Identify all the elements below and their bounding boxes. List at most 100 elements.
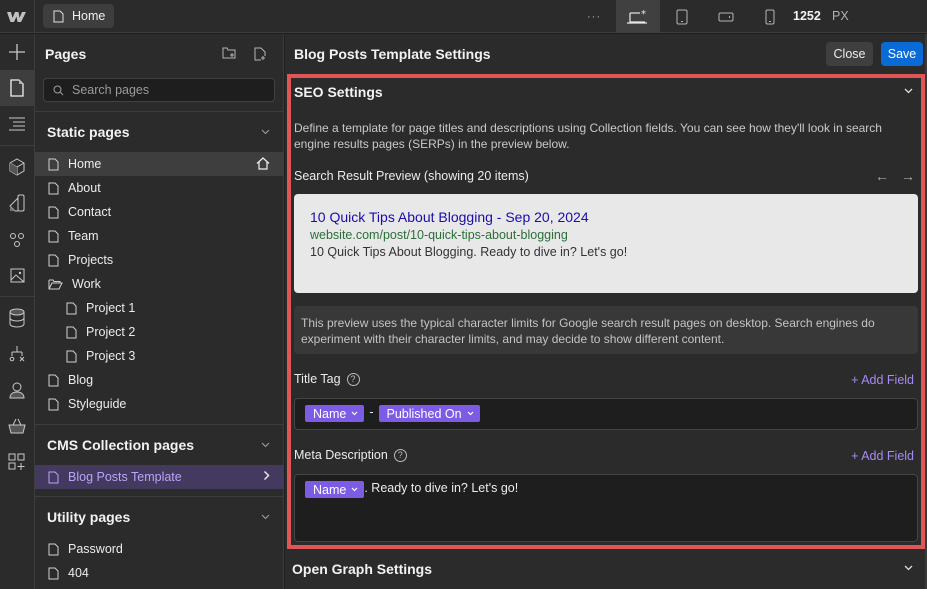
page-item-404[interactable]: 404: [35, 561, 284, 585]
chevron-down-icon[interactable]: [904, 88, 913, 94]
static-pages-section: Static pages Home About Contact Team Project…: [35, 111, 284, 416]
search-pages-field[interactable]: [43, 78, 275, 102]
cms-button[interactable]: [0, 300, 34, 336]
variables-icon: [10, 233, 24, 247]
cms-pages-header[interactable]: CMS Collection pages: [35, 425, 284, 465]
apps-button[interactable]: [0, 444, 34, 480]
user-icon: [9, 382, 25, 399]
breakpoint-desktop[interactable]: *: [616, 0, 660, 33]
pages-icon: [10, 79, 24, 97]
page-icon: [48, 471, 59, 483]
breakpoint-mobile-portrait[interactable]: [748, 0, 792, 33]
arrow-left-icon: ←: [875, 168, 889, 184]
serp-preview-card: 10 Quick Tips About Blogging - Sep 20, 2…: [294, 194, 918, 293]
breakpoint-mobile-landscape[interactable]: [704, 0, 748, 33]
page-label: Team: [68, 229, 99, 243]
assets-button[interactable]: [0, 257, 34, 293]
page-item-project-3[interactable]: Project 3: [35, 344, 284, 368]
page-icon: [48, 567, 59, 579]
help-icon[interactable]: ?: [346, 372, 360, 386]
preview-notice: This preview uses the typical character …: [294, 306, 918, 354]
utility-pages-header[interactable]: Utility pages: [35, 497, 284, 537]
close-button[interactable]: Close: [826, 42, 873, 66]
field-pill-name[interactable]: Name: [305, 405, 365, 422]
save-button[interactable]: Save: [881, 42, 923, 66]
chevron-down-icon: [261, 442, 270, 448]
search-preview-label: Search Result Preview (showing 20 items): [294, 169, 529, 183]
page-icon: [48, 398, 59, 410]
chevron-down-icon: [467, 411, 474, 416]
open-graph-settings-title[interactable]: Open Graph Settings: [292, 561, 432, 577]
meta-description-text: . Ready to dive in? Let's go!: [364, 481, 519, 495]
page-label: Project 1: [86, 301, 136, 315]
styles-button[interactable]: [0, 185, 34, 221]
previous-item-button[interactable]: ←: [875, 168, 889, 184]
webflow-logo[interactable]: [0, 0, 35, 33]
left-toolbar: [0, 34, 35, 589]
page-item-contact[interactable]: Contact: [35, 200, 284, 224]
meta-description-label-text: Meta Description: [294, 448, 388, 462]
page-label: Project 2: [86, 325, 136, 339]
canvas-width-value[interactable]: 1252: [793, 9, 821, 23]
utility-pages-section: Utility pages Password 404: [35, 496, 284, 585]
title-tag-add-field[interactable]: + Add Field: [851, 373, 914, 387]
ecommerce-button[interactable]: [0, 408, 34, 444]
more-button[interactable]: ···: [572, 0, 616, 33]
seo-settings-title[interactable]: SEO Settings: [294, 84, 383, 100]
variables-button[interactable]: [0, 221, 34, 257]
title-separator: -: [369, 405, 374, 419]
page-item-blog[interactable]: Blog: [35, 368, 284, 392]
page-item-password[interactable]: Password: [35, 537, 284, 561]
next-item-button[interactable]: →: [901, 168, 915, 184]
current-page-tab[interactable]: Home: [43, 4, 115, 28]
page-item-styleguide[interactable]: Styleguide: [35, 392, 284, 416]
page-item-project-2[interactable]: Project 2: [35, 320, 284, 344]
page-item-about[interactable]: About: [35, 176, 284, 200]
pill-label: Name: [313, 482, 347, 497]
arrow-right-icon: →: [901, 168, 915, 184]
page-item-team[interactable]: Team: [35, 224, 284, 248]
utility-pages-title: Utility pages: [47, 509, 131, 525]
page-item-home[interactable]: Home: [35, 152, 284, 176]
seo-settings-section: SEO Settings Define a template for page …: [287, 74, 925, 549]
meta-description-input[interactable]: Name . Ready to dive in? Let's go!: [294, 474, 918, 542]
breakpoint-tablet[interactable]: [660, 0, 704, 33]
page-item-project-1[interactable]: Project 1: [35, 296, 284, 320]
top-bar: Home ··· * 1252 PX: [0, 0, 927, 33]
meta-description-add-field[interactable]: + Add Field: [851, 449, 914, 463]
page-item-blog-posts-template[interactable]: Blog Posts Template: [35, 465, 284, 489]
new-page-button[interactable]: [254, 47, 266, 64]
components-button[interactable]: [0, 149, 34, 185]
chevron-down-icon: [261, 514, 270, 520]
title-tag-input[interactable]: Name - Published On: [294, 398, 918, 430]
add-elements-button[interactable]: [0, 34, 34, 70]
search-pages-input[interactable]: [72, 83, 262, 97]
field-pill-published-on[interactable]: Published On: [378, 405, 480, 422]
page-icon: [48, 543, 59, 555]
webflow-logo-icon: [7, 11, 26, 22]
tablet-icon: [676, 9, 688, 24]
users-button[interactable]: [0, 372, 34, 408]
components-icon: [9, 158, 25, 176]
folder-icon: [48, 279, 63, 290]
static-pages-header[interactable]: Static pages: [35, 112, 284, 152]
new-folder-button[interactable]: [222, 47, 236, 62]
chevron-down-icon[interactable]: [904, 565, 913, 571]
page-item-projects[interactable]: Projects: [35, 248, 284, 272]
field-pill-name[interactable]: Name: [305, 481, 365, 498]
page-label: Project 3: [86, 349, 136, 363]
page-icon: [48, 158, 59, 170]
page-item-work[interactable]: Work: [35, 272, 284, 296]
serp-url: website.com/post/10-quick-tips-about-blo…: [310, 228, 568, 242]
home-page-indicator: [256, 157, 270, 173]
navigator-button[interactable]: [0, 106, 34, 142]
page-label: About: [68, 181, 101, 195]
static-pages-title: Static pages: [47, 124, 130, 140]
pill-label: Published On: [386, 406, 462, 421]
open-settings-button[interactable]: [263, 470, 270, 484]
seo-description: Define a template for page titles and de…: [294, 121, 882, 151]
help-icon[interactable]: ?: [393, 448, 407, 462]
pages-button[interactable]: [0, 70, 34, 106]
add-icon: [9, 44, 25, 60]
logic-button[interactable]: [0, 336, 34, 372]
